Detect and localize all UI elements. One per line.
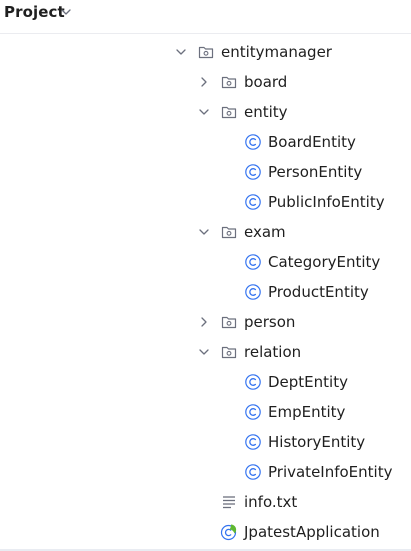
tree-item-info-txt[interactable]: info.txt — [0, 487, 411, 517]
tree-item-label: DeptEntity — [268, 373, 348, 391]
chevron-down-icon[interactable] — [197, 345, 211, 359]
chevron-down-icon[interactable] — [197, 105, 211, 119]
tree-item-label: BoardEntity — [268, 133, 356, 151]
project-panel-title[interactable]: Project — [4, 3, 65, 21]
tree-item-historyentity[interactable]: HistoryEntity — [0, 427, 411, 457]
tree-item-label: HistoryEntity — [268, 433, 366, 451]
tree-item-entity[interactable]: entity — [0, 97, 411, 127]
tree-item-deptentity[interactable]: DeptEntity — [0, 367, 411, 397]
tree-item-person[interactable]: person — [0, 307, 411, 337]
chevron-right-icon[interactable] — [197, 315, 211, 329]
tree-item-label: PersonEntity — [268, 163, 363, 181]
tree-item-label: person — [244, 313, 296, 331]
tree-item-label: exam — [244, 223, 286, 241]
chevron-down-icon[interactable] — [174, 45, 188, 59]
tree-item-entitymanager[interactable]: entitymanager — [0, 37, 411, 67]
tree-item-label: board — [244, 73, 288, 91]
tree-item-label: CategoryEntity — [268, 253, 381, 271]
chevron-down-icon[interactable] — [197, 225, 211, 239]
java-class-icon — [245, 404, 261, 420]
java-class-icon — [245, 254, 261, 270]
tree-item-personentity[interactable]: PersonEntity — [0, 157, 411, 187]
package-folder-icon — [198, 46, 214, 59]
java-class-icon — [245, 374, 261, 390]
tree-item-label: JpatestApplication — [244, 523, 380, 541]
spring-boot-app-icon — [220, 524, 237, 541]
tree-item-label: entitymanager — [221, 43, 332, 61]
package-folder-icon — [221, 316, 237, 329]
tree-item-label: PublicInfoEntity — [268, 193, 385, 211]
project-panel-header: Project — [0, 0, 411, 28]
tree-item-label: PrivateInfoEntity — [268, 463, 393, 481]
tree-item-publicinfoentity[interactable]: PublicInfoEntity — [0, 187, 411, 217]
tree-item-privateinfoentity[interactable]: PrivateInfoEntity — [0, 457, 411, 487]
tree-item-relation[interactable]: relation — [0, 337, 411, 367]
java-class-icon — [245, 164, 261, 180]
tree-item-exam[interactable]: exam — [0, 217, 411, 247]
package-folder-icon — [221, 76, 237, 89]
tree-item-boardentity[interactable]: BoardEntity — [0, 127, 411, 157]
tree-item-board[interactable]: board — [0, 67, 411, 97]
java-class-icon — [245, 284, 261, 300]
java-class-icon — [245, 134, 261, 150]
chevron-down-icon[interactable] — [59, 5, 73, 19]
tree-item-label: info.txt — [244, 493, 298, 511]
header-divider — [0, 33, 411, 34]
tree-item-label: EmpEntity — [268, 403, 346, 421]
package-folder-icon — [221, 226, 237, 239]
tree-item-label: entity — [244, 103, 288, 121]
text-file-icon — [223, 496, 235, 509]
java-class-icon — [245, 464, 261, 480]
tree-item-label: ProductEntity — [268, 283, 369, 301]
tree-item-jpatestapplication[interactable]: JpatestApplication — [0, 517, 411, 547]
java-class-icon — [245, 194, 261, 210]
tree-item-empentity[interactable]: EmpEntity — [0, 397, 411, 427]
chevron-right-icon[interactable] — [197, 75, 211, 89]
package-folder-icon — [221, 346, 237, 359]
java-class-icon — [245, 434, 261, 450]
tree-item-label: relation — [244, 343, 302, 361]
package-folder-icon — [221, 106, 237, 119]
tree-item-categoryentity[interactable]: CategoryEntity — [0, 247, 411, 277]
tree-item-productentity[interactable]: ProductEntity — [0, 277, 411, 307]
